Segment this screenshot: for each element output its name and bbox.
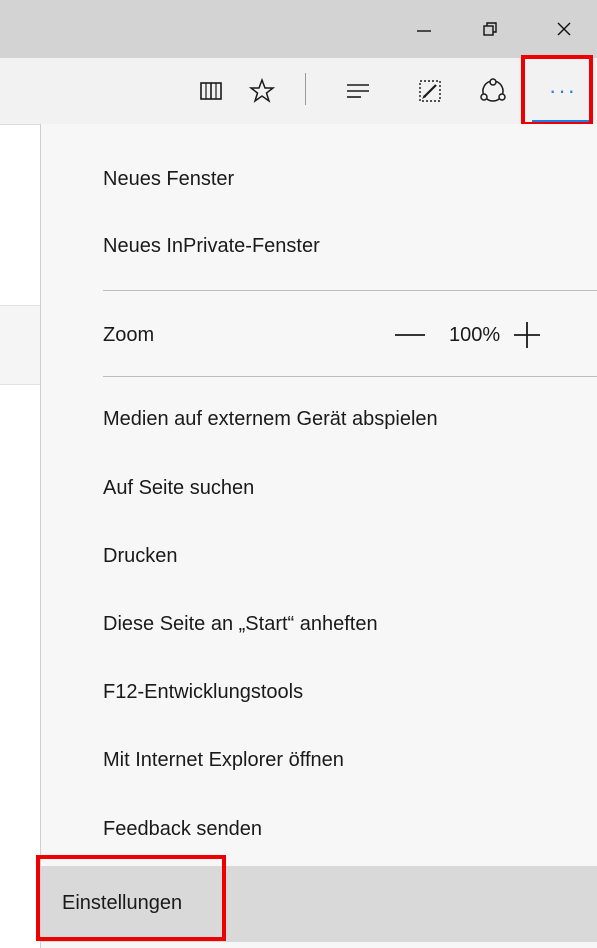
browser-toolbar: ··· <box>0 58 597 125</box>
share-icon <box>480 78 506 102</box>
menu-item-open-ie[interactable]: Mit Internet Explorer öffnen <box>103 737 581 783</box>
menu-item-zoom: Zoom <box>103 312 398 358</box>
favorites-button[interactable] <box>242 58 282 124</box>
menu-item-label: Mit Internet Explorer öffnen <box>103 748 344 771</box>
restore-button[interactable] <box>457 0 523 58</box>
settings-highlight <box>36 855 226 941</box>
toolbar-separator <box>305 73 306 105</box>
menu-item-cast-media[interactable]: Medien auf externem Gerät abspielen <box>103 396 581 442</box>
menu-item-pin-to-start[interactable]: Diese Seite an „Start“ anheften <box>103 601 581 647</box>
menu-item-label: Feedback senden <box>103 817 263 840</box>
minimize-icon <box>417 30 431 32</box>
menu-item-label: Drucken <box>103 544 178 567</box>
menu-item-print[interactable]: Drucken <box>103 533 581 579</box>
zoom-value: 100% <box>449 323 501 346</box>
page-content-edge <box>0 305 41 385</box>
menu-item-new-window[interactable]: Neues Fenster <box>103 156 581 202</box>
menu-item-label: Neues InPrivate-Fenster <box>103 234 320 257</box>
more-actions-menu: Neues Fenster Neues InPrivate-Fenster Zo… <box>40 124 597 948</box>
zoom-controls: 100% <box>393 312 542 358</box>
favorites-star-icon <box>249 78 275 103</box>
web-note-icon <box>419 80 441 102</box>
zoom-out-button[interactable] <box>393 312 427 358</box>
menu-item-feedback[interactable]: Feedback senden <box>103 806 581 852</box>
more-button-highlight <box>521 55 593 126</box>
menu-item-label: Diese Seite an „Start“ anheften <box>103 612 378 635</box>
hub-button[interactable] <box>338 58 378 124</box>
close-icon <box>557 22 571 36</box>
hub-icon <box>347 84 369 98</box>
menu-item-label: Neues Fenster <box>103 167 235 190</box>
menu-item-label: Medien auf externem Gerät abspielen <box>103 407 438 430</box>
close-button[interactable] <box>531 0 597 58</box>
web-note-button[interactable] <box>410 58 450 124</box>
menu-item-new-inprivate[interactable]: Neues InPrivate-Fenster <box>103 223 581 269</box>
zoom-label: Zoom <box>103 323 155 346</box>
reading-view-icon <box>200 82 222 100</box>
plus-icon <box>514 322 541 348</box>
menu-item-find-on-page[interactable]: Auf Seite suchen <box>103 465 581 511</box>
menu-divider <box>103 376 597 377</box>
menu-item-label: Auf Seite suchen <box>103 476 255 499</box>
title-bar <box>0 0 597 58</box>
share-button[interactable] <box>473 58 513 124</box>
zoom-in-button[interactable] <box>512 312 542 358</box>
menu-divider <box>103 290 597 291</box>
menu-item-dev-tools[interactable]: F12-Entwicklungstools <box>103 669 581 715</box>
restore-icon <box>483 22 497 36</box>
minus-icon <box>395 334 425 336</box>
reading-view-button[interactable] <box>191 58 231 124</box>
menu-item-label: F12-Entwicklungstools <box>103 680 304 703</box>
minimize-button[interactable] <box>391 0 457 58</box>
